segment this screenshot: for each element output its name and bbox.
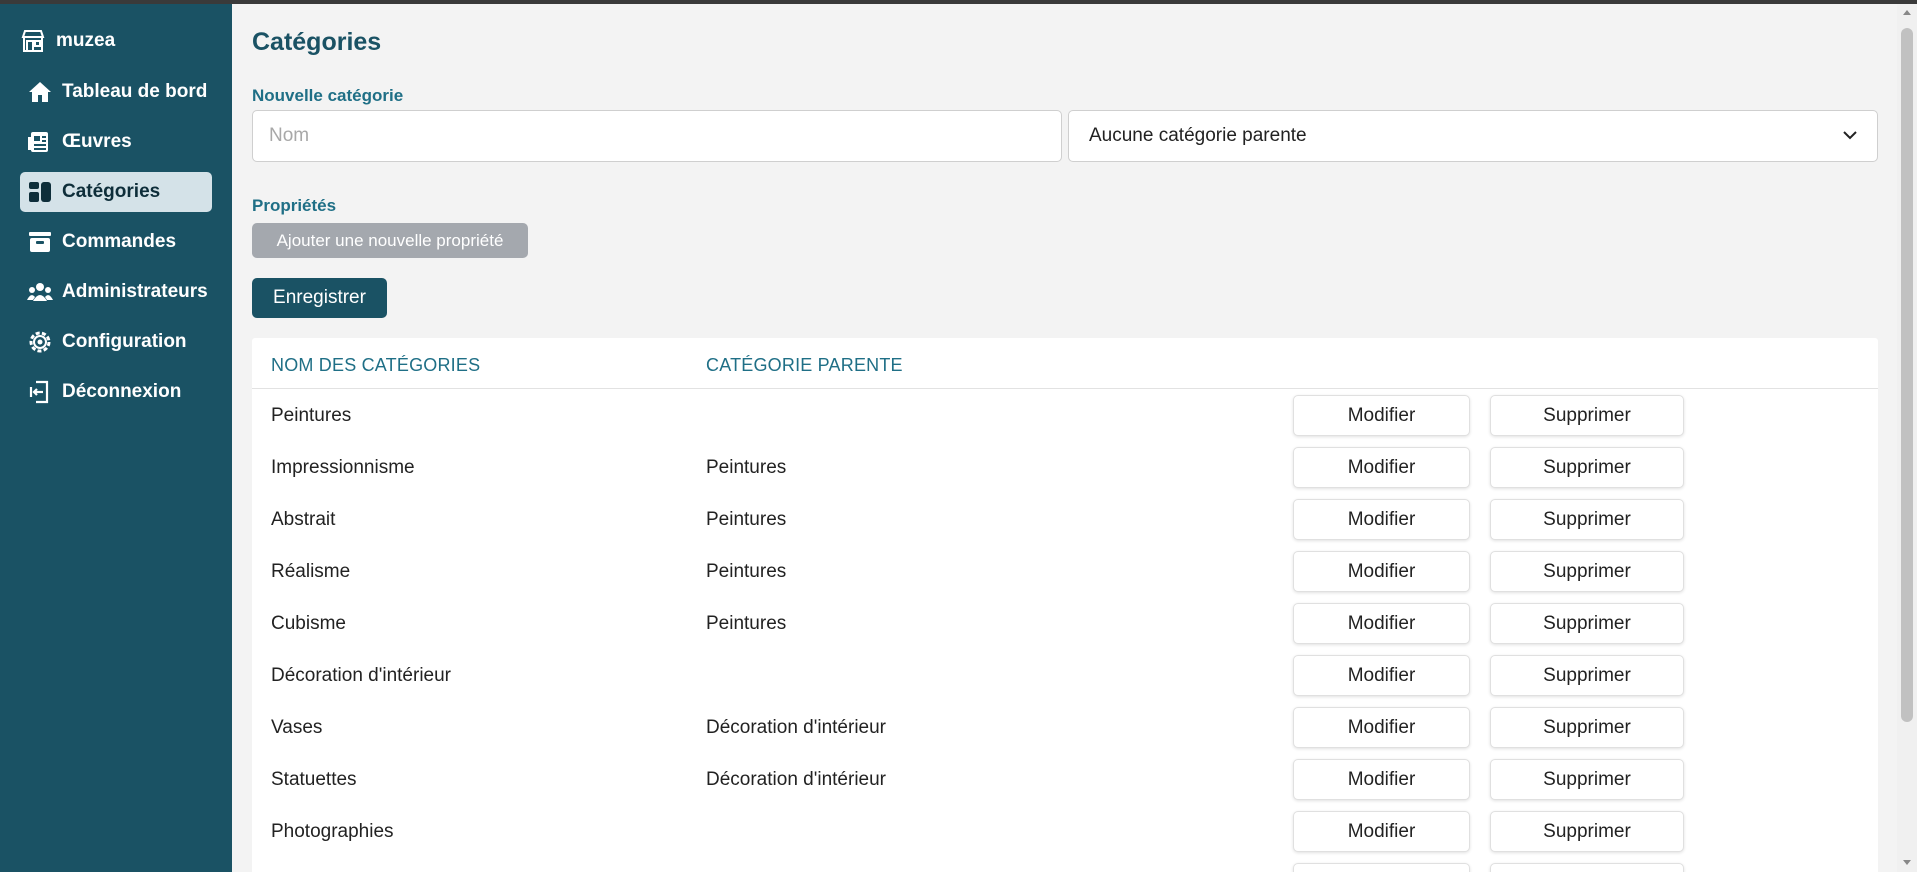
sidebar-item-label: Configuration [62,331,187,352]
delete-button[interactable]: Supprimer [1490,603,1684,644]
edit-button[interactable]: Modifier [1293,395,1470,436]
parent-category-cell: Décoration d'intérieur [706,717,886,738]
scroll-up-arrow-icon[interactable] [1903,10,1911,15]
category-name-cell: Statuettes [271,769,357,790]
delete-button[interactable]: Supprimer [1490,395,1684,436]
sidebar-item-logout[interactable]: Déconnexion [20,372,212,412]
save-button[interactable]: Enregistrer [252,278,387,318]
edit-button[interactable]: Modifier [1293,707,1470,748]
page-title: Catégories [252,28,382,56]
table-header: NOM DES CATÉGORIES CATÉGORIE PARENTE [252,338,1878,389]
delete-button[interactable]: Supprimer [1490,551,1684,592]
category-name-cell: Décoration d'intérieur [271,665,451,686]
properties-label: Propriétés [252,196,337,215]
categories-table: NOM DES CATÉGORIES CATÉGORIE PARENTE Pei… [252,338,1878,872]
table-row: Réalisme Peintures Modifier Supprimer [252,545,1878,597]
delete-button[interactable]: Supprimer [1490,811,1684,852]
delete-button[interactable]: Supprimer [1490,499,1684,540]
table-row: Vases Décoration d'intérieur Modifier Suppr… [252,701,1878,753]
category-name-input[interactable] [252,110,1062,162]
edit-button[interactable]: Modifier [1293,551,1470,592]
edit-button[interactable]: Modifier [1293,811,1470,852]
parent-category-cell: Décoration d'intérieur [706,769,886,790]
edit-button[interactable]: Modifier [1293,655,1470,696]
chevron-down-icon [1843,127,1857,145]
sidebar-item-label: Administrateurs [62,281,208,302]
delete-button[interactable]: Supprimer [1490,863,1684,872]
edit-button[interactable]: Modifier [1293,603,1470,644]
parent-category-cell: Peintures [706,457,787,478]
category-name-cell: Peintures [271,405,352,426]
sidebar-item-label: Commandes [62,231,177,252]
category-name-cell: Impressionnisme [271,457,415,478]
scroll-thumb[interactable] [1901,28,1913,722]
sidebar-item-label: Catégories [62,181,161,202]
add-property-button[interactable]: Ajouter une nouvelle propriété [252,223,528,258]
sidebar-item-label: Déconnexion [62,381,182,402]
table-row: Photographies Modifier Supprimer [252,805,1878,857]
sidebar-nav: Tableau de bord Œuvres Catégories Comman… [20,72,212,422]
scroll-down-arrow-icon[interactable] [1903,860,1911,865]
table-row: Abstrait Peintures Modifier Supprimer [252,493,1878,545]
store-icon [20,28,46,54]
brand-name: muzea [56,30,116,51]
column-header-name: NOM DES CATÉGORIES [271,355,481,375]
column-header-parent: CATÉGORIE PARENTE [706,355,903,375]
sidebar-item-dashboard[interactable]: Tableau de bord [20,72,212,112]
window-top-border [0,0,1917,4]
category-name-cell: Cubisme [271,613,346,634]
parent-category-cell: Peintures [706,613,787,634]
edit-button[interactable]: Modifier [1293,863,1470,872]
edit-button[interactable]: Modifier [1293,499,1470,540]
table-row: Modifier Supprimer [252,857,1878,872]
parent-category-cell: Peintures [706,509,787,530]
delete-button[interactable]: Supprimer [1490,707,1684,748]
sidebar-item-works[interactable]: Œuvres [20,122,212,162]
sidebar-item-label: Œuvres [62,131,132,152]
table-row: Cubisme Peintures Modifier Supprimer [252,597,1878,649]
delete-button[interactable]: Supprimer [1490,759,1684,800]
orders-icon [26,228,54,256]
category-name-cell: Photographies [271,821,394,842]
sidebar: muzea Tableau de bord Œuvres Catégories … [0,4,232,872]
sidebar-item-configuration[interactable]: Configuration [20,322,212,362]
sidebar-item-categories[interactable]: Catégories [20,172,212,212]
home-icon [26,78,54,106]
parent-category-select[interactable]: Aucune catégorie parente [1068,110,1878,162]
logout-icon [26,378,54,406]
sidebar-item-label: Tableau de bord [62,81,208,102]
edit-button[interactable]: Modifier [1293,759,1470,800]
page-scrollbar[interactable] [1897,4,1917,872]
brand[interactable]: muzea [20,28,115,54]
categories-icon [26,178,54,206]
sidebar-item-admins[interactable]: Administrateurs [20,272,212,312]
table-row: Impressionnisme Peintures Modifier Supprime… [252,441,1878,493]
delete-button[interactable]: Supprimer [1490,447,1684,488]
delete-button[interactable]: Supprimer [1490,655,1684,696]
parent-category-select-value: Aucune catégorie parente [1089,125,1307,146]
parent-category-cell: Peintures [706,561,787,582]
table-row: Décoration d'intérieur Modifier Supprimer [252,649,1878,701]
category-name-cell: Abstrait [271,509,336,530]
category-name-cell: Vases [271,717,323,738]
users-icon [26,278,54,306]
new-category-label: Nouvelle catégorie [252,86,404,105]
table-row: Peintures Modifier Supprimer [252,389,1878,441]
edit-button[interactable]: Modifier [1293,447,1470,488]
gear-icon [26,328,54,356]
category-name-cell: Réalisme [271,561,351,582]
table-row: Statuettes Décoration d'intérieur Modifier… [252,753,1878,805]
table-body: Peintures Modifier Supprimer Impressionnism… [252,389,1878,872]
newspaper-icon [26,128,54,156]
sidebar-item-orders[interactable]: Commandes [20,222,212,262]
